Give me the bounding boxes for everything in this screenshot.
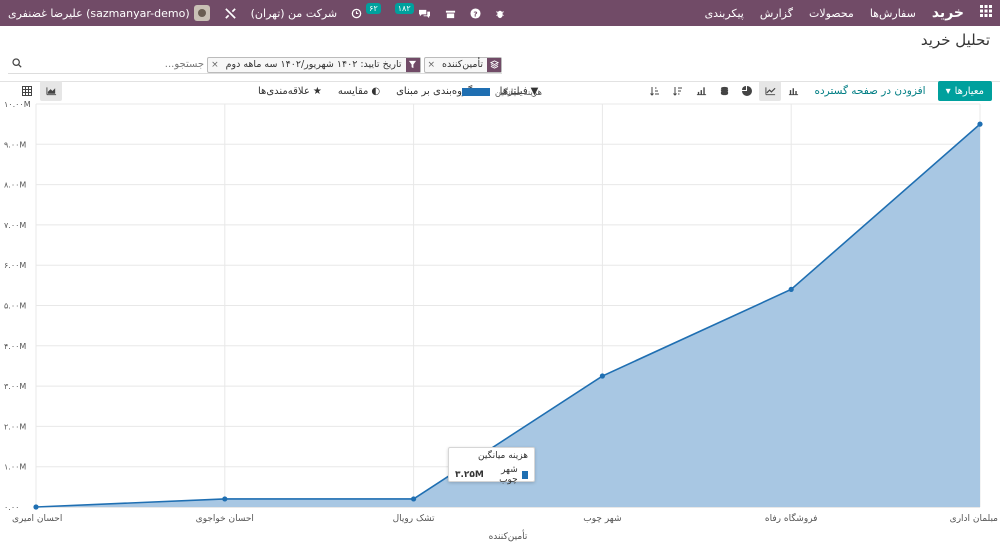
facet-vendor-label: تأمین‌کننده — [442, 59, 483, 70]
company-switcher[interactable]: شرکت من (تهران) — [251, 7, 338, 20]
systray: علیرضا غضنفری (sazmanyar-demo) شرکت من (… — [8, 0, 505, 26]
x-tick-label: فروشگاه رفاه — [765, 512, 818, 524]
search-icon[interactable] — [8, 58, 22, 71]
bug-icon[interactable] — [495, 8, 505, 19]
data-point — [33, 504, 39, 510]
menu-configuration[interactable]: پیکربندی — [705, 7, 744, 20]
y-tick-label: ۰.۰۰ — [4, 503, 19, 512]
facet-date-remove-icon[interactable]: × — [208, 60, 222, 70]
data-point — [599, 373, 606, 379]
company-name: شرکت من (تهران) — [250, 6, 338, 20]
page-title: تحلیل خرید — [920, 31, 990, 49]
tooltip-value: ۳.۲۵M — [455, 470, 484, 480]
y-tick-label: ۳.۰۰M — [4, 382, 26, 391]
debug-tools-icon[interactable] — [224, 7, 237, 20]
y-tick-label: ۷.۰۰M — [4, 221, 26, 230]
legend-swatch — [462, 88, 490, 96]
menu-reporting[interactable]: گزارش — [760, 7, 793, 20]
top-navbar: علیرضا غضنفری (sazmanyar-demo) شرکت من (… — [0, 0, 1000, 26]
messages-button[interactable]: ۱۸۲ — [394, 2, 431, 19]
tooltip-label: شهر چوب — [499, 465, 518, 485]
x-tick-label: احسان خواجوی — [196, 514, 254, 524]
y-tick-label: ۹.۰۰M — [4, 140, 26, 149]
filter-icon — [405, 57, 420, 72]
user-menu[interactable]: علیرضا غضنفری (sazmanyar-demo) — [8, 5, 210, 21]
chart-tooltip: هزینه میانگین شهر چوب ۳.۲۵M — [448, 447, 535, 485]
tooltip-swatch — [521, 471, 528, 479]
clock-icon — [351, 8, 362, 18]
app-title[interactable]: خرید — [932, 5, 964, 21]
menu-orders[interactable]: سفارش‌ها — [870, 7, 916, 20]
graph-container: ۰.۰۰ ۱.۰۰M ۲.۰۰M ۳.۰۰M ۴.۰۰M ۵.۰۰M ۶.۰۰M ۷.۰۰M ۸… — [0, 84, 1000, 550]
facet-date[interactable]: تاریخ تایید: ۱۴۰۲ شهریور/۱۴۰۲ سه ماهه دو… — [207, 56, 421, 73]
x-tick-label: شهر چوب — [583, 514, 621, 524]
user-name: علیرضا غضنفری (sazmanyar-demo) — [8, 6, 190, 20]
y-tick-label: ۴.۰۰M — [4, 342, 26, 351]
data-point — [222, 496, 228, 502]
y-tick-label: ۱۰.۰۰M — [4, 100, 31, 109]
x-axis-title: تأمین‌کننده — [489, 529, 528, 542]
help-icon[interactable]: ? — [470, 7, 481, 19]
x-tick-label: احسان امیری — [12, 514, 62, 524]
data-point — [977, 121, 983, 127]
activity-button[interactable]: ۶۲ — [351, 2, 381, 19]
y-tick-label: ۲.۰۰M — [4, 422, 26, 431]
x-tick-label: مبلمان اداری — [950, 514, 999, 524]
chat-icon — [418, 9, 430, 18]
menu-products[interactable]: محصولات — [809, 7, 854, 20]
facet-date-label: تاریخ تایید: ۱۴۰۲ شهریور/۱۴۰۲ سه ماهه دو… — [225, 59, 402, 70]
data-point — [411, 496, 417, 502]
y-tick-label: ۶.۰۰M — [4, 261, 26, 270]
layers-icon — [487, 57, 501, 72]
messages-badge: ۱۸۲ — [394, 2, 414, 14]
x-tick-label: تشک رویال — [393, 514, 435, 524]
search-bar: تأمین‌کننده × تاریخ تایید: ۱۴۰۲ شهریور/۱… — [8, 56, 502, 74]
control-panel: تحلیل خرید تأمین‌کننده × تاریخ تایید: ۱۴… — [0, 26, 1000, 101]
facet-vendor[interactable]: تأمین‌کننده × — [423, 56, 502, 73]
y-tick-label: ۸.۰۰M — [4, 181, 26, 190]
y-tick-label: ۵.۰۰M — [4, 302, 26, 311]
facet-vendor-remove-icon[interactable]: × — [425, 60, 439, 70]
y-tick-label: ۱.۰۰M — [4, 463, 26, 472]
data-point — [788, 286, 794, 292]
activity-badge: ۶۲ — [366, 2, 381, 14]
voip-icon[interactable] — [445, 8, 456, 19]
app-menu-icon[interactable] — [980, 5, 992, 21]
avatar — [193, 5, 210, 21]
main-menu: خرید سفارش‌ها محصولات گزارش پیکربندی — [705, 0, 992, 26]
tooltip-title: هزینه میانگین — [478, 451, 528, 461]
svg-text:?: ? — [473, 9, 477, 18]
search-input[interactable] — [25, 59, 205, 70]
legend-label: هزینه میانگین — [495, 87, 542, 98]
